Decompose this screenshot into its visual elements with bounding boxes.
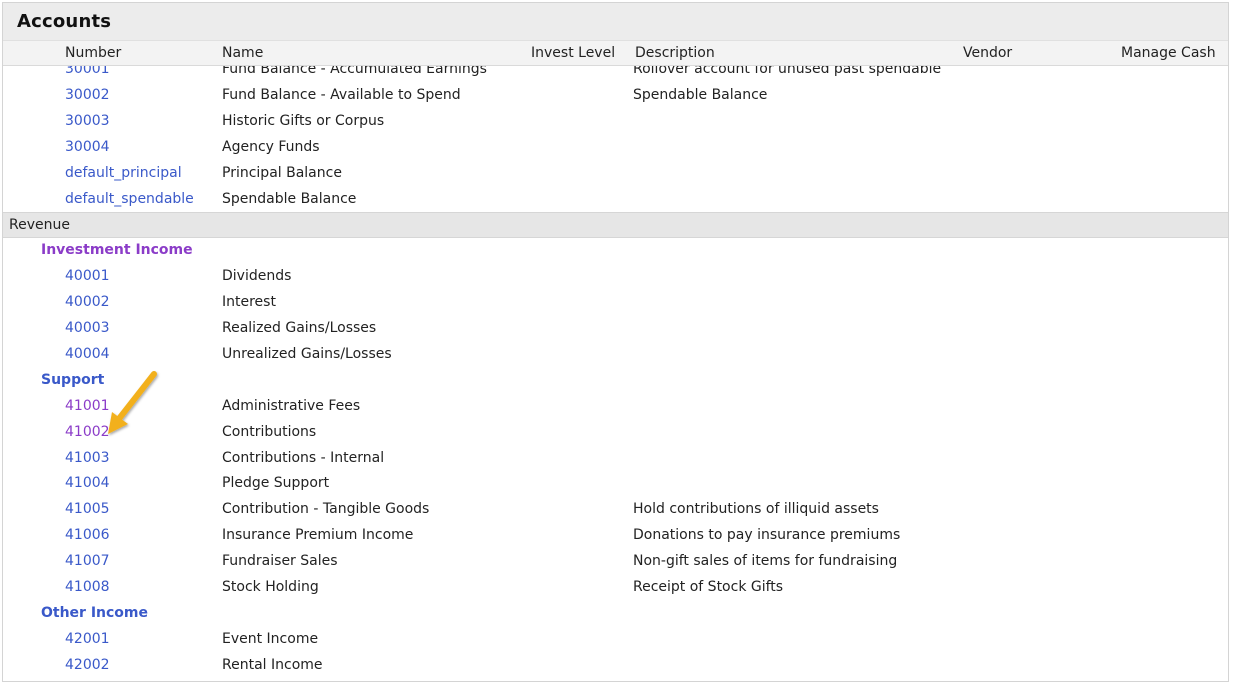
account-name: Principal Balance: [222, 164, 342, 181]
account-name: Fund Balance - Available to Spend: [222, 87, 461, 103]
table-row: default_spendable Spendable Balance: [3, 187, 1228, 213]
account-description: Non-gift sales of items for fundraising: [633, 553, 898, 570]
panel-header: Accounts: [3, 3, 1228, 40]
account-number-link[interactable]: default_principal: [65, 165, 182, 181]
table-row: 41001 Administrative Fees: [3, 394, 1228, 420]
account-name: Agency Funds: [222, 138, 320, 155]
account-name: Unrealized Gains/Losses: [222, 346, 392, 363]
table-row: 42001 Event Income: [3, 627, 1228, 653]
account-name: Fundraiser Sales: [222, 553, 338, 570]
table-row: 30001 Fund Balance - Accumulated Earning…: [3, 66, 1228, 83]
account-name: Administrative Fees: [222, 397, 361, 414]
account-name: Spendable Balance: [222, 190, 357, 207]
account-name: Contribution - Tangible Goods: [222, 501, 430, 518]
column-header-name[interactable]: Name: [222, 45, 263, 61]
accounts-panel: Accounts Number Name Invest Level Descri…: [2, 2, 1229, 682]
table-row: 40004 Unrealized Gains/Losses: [3, 342, 1228, 368]
section-label: Revenue: [9, 217, 70, 234]
account-number-link[interactable]: 40001: [65, 268, 110, 284]
table-row: 30003 Historic Gifts or Corpus: [3, 109, 1228, 135]
group-label[interactable]: Other Income: [41, 605, 148, 621]
page-title: Accounts: [17, 11, 112, 32]
account-name: Contributions - Internal: [222, 449, 385, 466]
table-header: Number Name Invest Level Description Ven…: [3, 40, 1228, 66]
group-label[interactable]: Investment Income: [41, 242, 193, 258]
account-name: Rental Income: [222, 656, 323, 673]
column-header-invest-level[interactable]: Invest Level: [531, 45, 615, 61]
table-row: 30002 Fund Balance - Available to Spend …: [3, 83, 1228, 109]
account-name: Realized Gains/Losses: [222, 320, 377, 337]
account-description: Receipt of Stock Gifts: [633, 579, 784, 596]
account-name: Stock Holding: [222, 579, 319, 596]
group-label[interactable]: Support: [41, 372, 104, 388]
account-number-link[interactable]: 41004: [65, 475, 110, 491]
table-row: 41002 Contributions: [3, 420, 1228, 446]
account-number-link[interactable]: 41006: [65, 527, 110, 543]
account-number-link[interactable]: 40003: [65, 320, 110, 336]
account-number-link[interactable]: 42002: [65, 657, 110, 673]
table-row: 30004 Agency Funds: [3, 135, 1228, 161]
account-number-link[interactable]: default_spendable: [65, 191, 194, 207]
table-row: 41008 Stock Holding Receipt of Stock Gif…: [3, 575, 1228, 601]
table-row: 40002 Interest: [3, 290, 1228, 316]
account-number-link[interactable]: 41008: [65, 579, 110, 595]
table-row: 41006 Insurance Premium Income Donations…: [3, 523, 1228, 549]
column-header-description[interactable]: Description: [635, 45, 715, 61]
account-number-link[interactable]: 30002: [65, 87, 110, 103]
account-number-link[interactable]: 41002: [65, 424, 110, 440]
account-description: Hold contributions of illiquid assets: [633, 501, 879, 518]
account-name: Event Income: [222, 630, 319, 647]
account-number-link[interactable]: 40004: [65, 346, 110, 362]
table-body: 30001 Fund Balance - Accumulated Earning…: [3, 66, 1228, 681]
account-name: Historic Gifts or Corpus: [222, 112, 385, 129]
account-name: Contributions: [222, 423, 317, 440]
column-header-number[interactable]: Number: [65, 45, 121, 61]
account-number-link[interactable]: 42001: [65, 631, 110, 647]
account-name: Fund Balance - Accumulated Earnings: [222, 66, 487, 77]
account-number-link[interactable]: 41001: [65, 398, 110, 414]
table-row: default_principal Principal Balance: [3, 161, 1228, 187]
table-row: 40001 Dividends: [3, 264, 1228, 290]
account-description: Donations to pay insurance premiums: [633, 527, 901, 544]
account-number-link[interactable]: 30003: [65, 113, 110, 129]
section-revenue: Revenue: [3, 212, 1228, 239]
table-row: 40003 Realized Gains/Losses: [3, 316, 1228, 342]
table-row: 41005 Contribution - Tangible Goods Hold…: [3, 497, 1228, 523]
account-number-link[interactable]: 41005: [65, 501, 110, 517]
table-row: 41007 Fundraiser Sales Non-gift sales of…: [3, 549, 1228, 575]
group-other-income: Other Income: [3, 601, 1228, 627]
column-header-vendor[interactable]: Vendor: [963, 45, 1012, 61]
group-investment-income: Investment Income: [3, 238, 1228, 264]
account-number-link[interactable]: 41003: [65, 450, 110, 466]
table-row: 42002 Rental Income: [3, 653, 1228, 679]
column-header-manage-cash[interactable]: Manage Cash: [1121, 45, 1216, 61]
account-number-link[interactable]: 30001: [65, 66, 110, 77]
account-description: Spendable Balance: [633, 87, 768, 103]
table-row: 41003 Contributions - Internal: [3, 446, 1228, 472]
account-name: Insurance Premium Income: [222, 527, 414, 544]
account-number-link[interactable]: 30004: [65, 139, 110, 155]
account-number-link[interactable]: 40002: [65, 294, 110, 310]
account-name: Pledge Support: [222, 475, 330, 492]
account-name: Interest: [222, 294, 276, 311]
table-row: 41004 Pledge Support: [3, 471, 1228, 497]
account-name: Dividends: [222, 268, 292, 285]
account-description: Rollover account for unused past spendab…: [633, 66, 942, 77]
account-number-link[interactable]: 41007: [65, 553, 110, 569]
group-support: Support: [3, 368, 1228, 394]
